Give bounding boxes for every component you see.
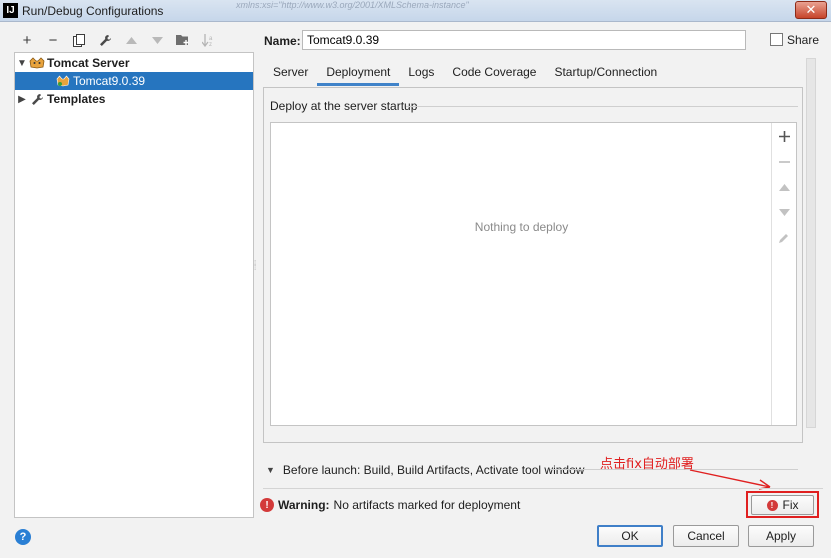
before-launch-label: Before launch: Build, Build Artifacts, A… [282,463,585,477]
tree-item-templates[interactable]: ▶ Templates [15,90,253,108]
fix-button[interactable]: ! Fix [751,495,814,515]
move-to-folder-button[interactable] [170,30,196,50]
arrow-up-icon [778,183,790,191]
move-artifact-down-button[interactable] [772,201,796,223]
help-button[interactable]: ? [15,529,31,545]
share-checkbox[interactable] [770,33,783,46]
svg-text:z: z [209,42,212,47]
share-label[interactable]: Share [787,33,819,47]
collapse-arrow-icon[interactable]: ▼ [266,465,275,475]
warning-prefix: Warning: [278,498,330,512]
title-bar: IJ Run/Debug Configurations xmlns:xsi="h… [0,0,831,22]
ok-button[interactable]: OK [597,525,663,547]
tree-item-tomcat9[interactable]: Tomcat9.0.39 [15,72,253,90]
tree-item-label: Tomcat Server [47,56,130,70]
apply-button[interactable]: Apply [748,525,814,547]
tree-item-label: Tomcat9.0.39 [73,74,146,88]
expand-arrow-icon[interactable]: ▼ [15,58,29,69]
before-launch-section[interactable]: ▼ Before launch: Build, Build Artifacts,… [266,463,584,477]
deploy-list[interactable]: Nothing to deploy [270,122,797,426]
expand-arrow-icon[interactable]: ▶ [15,94,29,105]
add-config-button[interactable]: + [14,30,40,50]
fix-bulb-icon: ! [766,499,778,511]
folder-icon [176,35,189,45]
config-tabs: Server Deployment Logs Code Coverage Sta… [264,58,666,86]
remove-config-button[interactable]: − [40,30,66,50]
name-input[interactable] [302,30,746,50]
annotation-text: 点击fix自动部署 [600,457,694,472]
plus-icon [778,130,790,142]
arrow-down-icon [151,36,163,44]
move-down-button[interactable] [144,30,170,50]
move-up-button[interactable] [118,30,144,50]
warning-text: No artifacts marked for deployment [333,498,521,512]
deployment-panel: Deploy at the server startup Nothing to … [263,87,803,443]
tree-item-label: Templates [47,92,106,106]
edit-defaults-button[interactable] [92,30,118,50]
intellij-app-icon: IJ [3,3,18,18]
wrench-icon [29,92,45,106]
vertical-scrollbar[interactable] [806,58,816,428]
sort-icon: az [202,33,213,47]
empty-state-text: Nothing to deploy [474,220,569,234]
error-icon: ! [260,498,274,512]
copy-icon [73,33,85,47]
footer-divider [263,488,823,489]
section-title: Deploy at the server startup [270,99,418,113]
splitter-handle[interactable]: ⁞ ⁞ [254,260,258,278]
tab-code-coverage[interactable]: Code Coverage [443,58,545,86]
tree-item-tomcat-server[interactable]: ▼ Tomcat Server [15,54,253,72]
warning-message: ! Warning: No artifacts marked for deplo… [260,498,520,512]
minus-icon [778,161,790,163]
add-artifact-button[interactable] [772,125,796,147]
name-label: Name: [264,34,301,48]
config-toolbar: + − az [14,30,222,50]
tomcat-instance-icon [55,74,71,88]
pencil-icon [779,234,788,243]
window-title: Run/Debug Configurations [22,4,164,18]
tab-deployment[interactable]: Deployment [317,58,400,86]
arrow-down-icon [778,208,790,216]
window-ghost-text: xmlns:xsi="http://www.w3.org/2001/XMLSch… [236,0,469,10]
move-artifact-up-button[interactable] [772,176,796,198]
window-close-button[interactable]: ✕ [795,1,827,19]
deploy-list-area[interactable]: Nothing to deploy [271,123,772,425]
sort-button[interactable]: az [196,30,222,50]
fix-button-label: Fix [782,498,799,512]
config-tree[interactable]: ▼ Tomcat Server Tomcat9.0.39 ▶ Templates [14,52,254,518]
arrow-up-icon [125,36,137,44]
wrench-icon [99,34,111,46]
tomcat-icon [29,56,45,70]
deploy-list-toolbar [771,123,796,425]
tab-logs[interactable]: Logs [399,58,443,86]
copy-config-button[interactable] [66,30,92,50]
section-divider [406,106,798,107]
cancel-button[interactable]: Cancel [673,525,739,547]
remove-artifact-button[interactable] [772,151,796,173]
tab-startup-connection[interactable]: Startup/Connection [545,58,666,86]
edit-artifact-button[interactable] [772,227,796,249]
tab-server[interactable]: Server [264,58,317,86]
